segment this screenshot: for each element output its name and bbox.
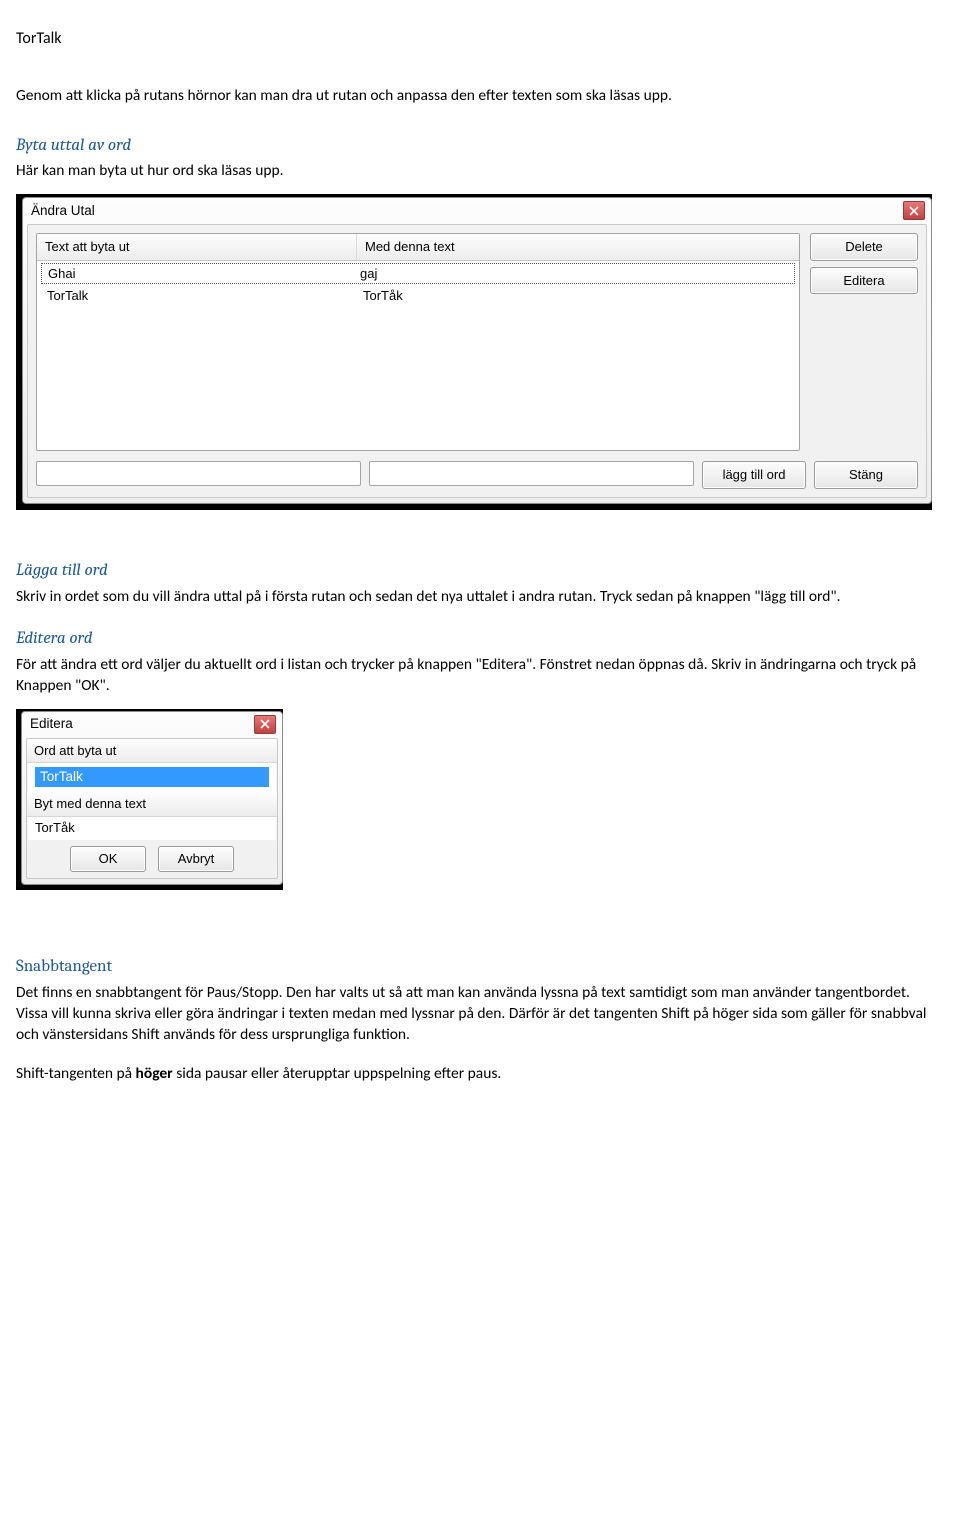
close-icon bbox=[909, 206, 919, 216]
window-titlebar: Ändra Utal bbox=[23, 198, 931, 222]
cell-source: TorTalk bbox=[41, 286, 357, 306]
list-body: Ghai gaj TorTalk TorTåk bbox=[37, 261, 799, 450]
intro-paragraph: Genom att klicka på rutans hörnor kan ma… bbox=[16, 86, 944, 107]
heading-byta-uttal: Byta uttal av ord bbox=[16, 135, 944, 158]
column-header-target[interactable]: Med denna text bbox=[357, 234, 799, 260]
text-byta-uttal: Här kan man byta ut hur ord ska läsas up… bbox=[16, 161, 944, 182]
editera-body: Ord att byta ut TorTalk Byt med denna te… bbox=[26, 738, 278, 879]
column-header-source[interactable]: Text att byta ut bbox=[37, 234, 357, 260]
page-title: TorTalk bbox=[16, 28, 944, 50]
cell-source: Ghai bbox=[42, 264, 354, 284]
andra-utal-window-shadow: Ändra Utal Text att byta ut Med denna te… bbox=[16, 194, 932, 510]
text-editera-ord: För att ändra ett ord väljer du aktuellt… bbox=[16, 655, 944, 697]
close-button[interactable] bbox=[903, 201, 925, 220]
text-lagga-till: Skriv in ordet som du vill ändra uttal p… bbox=[16, 587, 944, 608]
ok-button[interactable]: OK bbox=[70, 846, 146, 872]
heading-snabbtangent: Snabbtangent bbox=[16, 956, 944, 979]
editera-titlebar: Editera bbox=[22, 712, 282, 736]
list-header: Text att byta ut Med denna text bbox=[37, 234, 799, 261]
window-title: Ändra Utal bbox=[31, 202, 903, 220]
heading-lagga-till: Lägga till ord bbox=[16, 560, 944, 583]
window-body: Text att byta ut Med denna text Ghai gaj… bbox=[27, 224, 927, 498]
bottom-input-row: lägg till ord Stäng bbox=[36, 461, 918, 489]
editera-button[interactable]: Editera bbox=[810, 267, 918, 295]
editera-window: Editera Ord att byta ut TorTalk Byt med … bbox=[21, 711, 283, 885]
text-snabb-post: sida pausar eller återupptar uppspelning… bbox=[173, 1064, 502, 1083]
delete-button[interactable]: Delete bbox=[810, 233, 918, 261]
text-snabbtangent-1: Det finns en snabbtangent för Paus/Stopp… bbox=[16, 983, 944, 1046]
editera-button-row: OK Avbryt bbox=[27, 840, 277, 878]
cancel-button[interactable]: Avbryt bbox=[158, 846, 234, 872]
close-icon bbox=[260, 719, 270, 729]
close-window-button[interactable]: Stäng bbox=[814, 461, 918, 489]
editera-close-button[interactable] bbox=[254, 715, 276, 734]
new-target-input[interactable] bbox=[369, 461, 694, 486]
heading-editera-ord: Editera ord bbox=[16, 628, 944, 651]
editera-title: Editera bbox=[30, 715, 254, 733]
editera-target-input[interactable]: TorTåk bbox=[28, 817, 276, 841]
cell-target: TorTåk bbox=[357, 286, 795, 306]
list-row-selected[interactable]: Ghai gaj bbox=[41, 263, 795, 285]
cell-target: gaj bbox=[354, 264, 794, 284]
new-source-input[interactable] bbox=[36, 461, 361, 486]
text-snabb-pre: Shift-tangenten på bbox=[16, 1064, 136, 1083]
andra-utal-window: Ändra Utal Text att byta ut Med denna te… bbox=[22, 197, 932, 504]
editera-window-shadow: Editera Ord att byta ut TorTalk Byt med … bbox=[16, 709, 283, 890]
word-list[interactable]: Text att byta ut Med denna text Ghai gaj… bbox=[36, 233, 800, 451]
text-snabb-bold: höger bbox=[136, 1064, 173, 1083]
text-snabbtangent-2: Shift-tangenten på höger sida pausar ell… bbox=[16, 1064, 944, 1085]
list-row[interactable]: TorTalk TorTåk bbox=[37, 286, 799, 306]
editera-label-source: Ord att byta ut bbox=[27, 739, 277, 764]
editera-label-target: Byt med denna text bbox=[27, 792, 277, 817]
right-button-group: Delete Editera bbox=[810, 233, 918, 451]
add-word-button[interactable]: lägg till ord bbox=[702, 461, 806, 489]
editera-source-input[interactable]: TorTalk bbox=[34, 766, 270, 788]
